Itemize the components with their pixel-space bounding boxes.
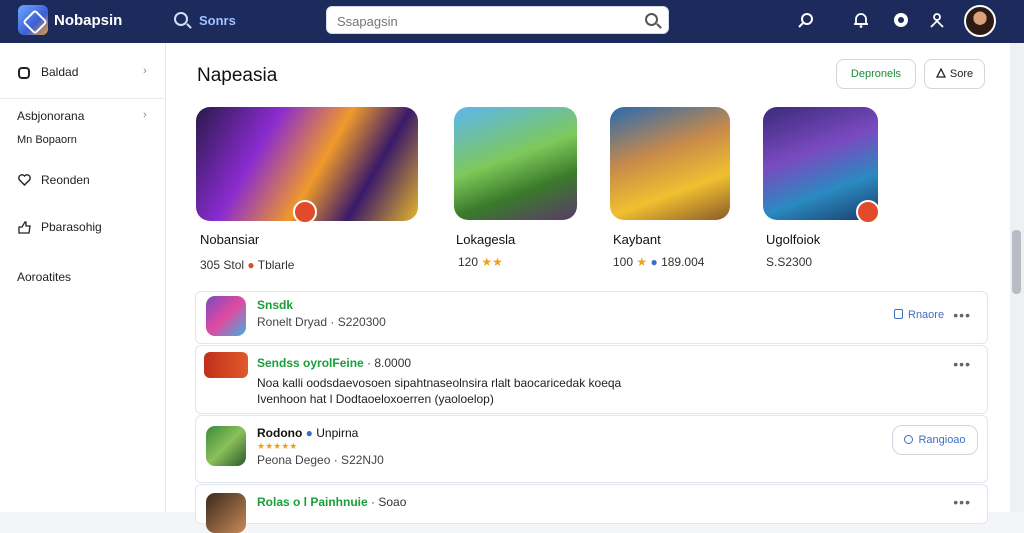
sidebar-item-label: Reonden	[41, 173, 90, 187]
game-name: Ugolfoiok	[766, 232, 821, 247]
more-icon[interactable]: •••	[953, 494, 971, 510]
circle-icon	[18, 67, 30, 79]
badge-icon	[293, 200, 317, 224]
list-item-sub: Ronelt Dryad · S220300	[257, 315, 386, 329]
list-item-title-text: Sendss oyrolFeine	[257, 356, 364, 370]
list-item-meta: Unpirna	[316, 426, 359, 440]
game-meta-value: 120	[458, 255, 479, 269]
user-avatar[interactable]	[964, 5, 996, 37]
game-meta: 120 ★★	[458, 255, 503, 269]
game-art[interactable]	[610, 107, 730, 220]
list-item-title: Snsdk	[257, 298, 294, 312]
list-item-title: Rodono ● Unpirna	[257, 426, 358, 440]
game-meta: 305 Stol ● Tblarle	[200, 258, 294, 272]
search-submit-icon[interactable]	[645, 13, 658, 26]
bell-icon[interactable]	[852, 11, 870, 29]
list-item[interactable]: Sendss oyrolFeine · 8.0000 Noa kalli ood…	[195, 345, 988, 414]
list-item-title: Sendss oyrolFeine · 8.0000	[257, 356, 411, 370]
search-icon[interactable]	[174, 12, 188, 26]
scrollbar-thumb[interactable]	[1012, 230, 1021, 294]
chevron-right-icon: ›	[143, 109, 147, 121]
game-meta: S.S2300	[766, 255, 813, 269]
row-action-button[interactable]: Rangioao	[892, 425, 978, 455]
badge-icon	[856, 200, 880, 224]
chat-icon[interactable]	[892, 11, 910, 29]
nav-link-sonrs[interactable]: Sonrs	[199, 13, 236, 28]
list-item[interactable]: Rodono ● Unpirna ★★★★★ Peona Degeo · S22…	[195, 415, 988, 483]
game-thumb	[204, 352, 248, 378]
list-item-title: Rolas o l Painhnuie · Soao	[257, 495, 406, 509]
game-meta-value: Tblarle	[257, 258, 295, 272]
heart-icon	[18, 174, 31, 186]
list-item[interactable]: Snsdk Ronelt Dryad · S220300 Rnaore •••	[195, 291, 988, 344]
primary-button[interactable]: Depronels	[836, 59, 916, 89]
main-content: Napeasia Depronels Sore Nobansiar 305 St…	[166, 43, 1010, 533]
page-title: Napeasia	[197, 65, 278, 86]
thumb-icon	[18, 221, 31, 234]
sidebar-item-label: Baldad	[41, 65, 79, 79]
secondary-button-label: Sore	[949, 68, 974, 80]
star-icon: ★	[636, 255, 648, 269]
list-item-sub: Peona Degeo · S22NJ0	[257, 453, 384, 467]
list-item-body: Noa kalli oodsdaevosoen sipahtnaseolnsir…	[257, 376, 622, 390]
list-item-meta: · 8.0000	[367, 356, 412, 370]
game-name: Lokagesla	[456, 232, 516, 247]
rating-stars: ★★★★★	[257, 441, 298, 451]
search-box[interactable]	[326, 6, 669, 34]
list-item-meta: · Soao	[371, 495, 407, 509]
search-input[interactable]	[337, 11, 637, 31]
game-name: Nobansiar	[200, 232, 260, 247]
star-icon: ★	[492, 255, 503, 269]
row-action-button[interactable]: Rnaore	[894, 309, 944, 321]
more-icon[interactable]: •••	[953, 356, 971, 372]
game-meta-value: 100	[613, 255, 634, 269]
row-action-label: Rnaore	[908, 309, 945, 321]
game-meta-value: 305 Stol	[200, 258, 245, 272]
sidebar-item-label: Mn Bopaorn	[17, 134, 77, 146]
game-thumb	[206, 296, 246, 336]
game-name: Kaybant	[613, 232, 661, 247]
top-bar: Nobapsin Sonrs	[0, 0, 1024, 43]
game-art[interactable]	[454, 107, 577, 220]
triangle-icon	[935, 61, 946, 78]
brand-name: Nobapsin	[54, 12, 123, 29]
verified-icon: ●	[305, 426, 313, 440]
sidebar-item-label: Asbjonorana	[17, 109, 85, 123]
doc-icon	[894, 309, 903, 319]
list-item[interactable]: Rolas o l Painhnuie · Soao •••	[195, 484, 988, 533]
sidebar: Baldad › Asbjonorana › Mn Bopaorn Reonde…	[0, 43, 166, 512]
person-icon[interactable]	[928, 11, 946, 29]
dice-icon[interactable]	[797, 11, 815, 29]
row-action-label: Rangioao	[918, 434, 966, 446]
list-item-body: Ivenhoon hat l Dodtaoeloxoerren (yaoloel…	[257, 392, 494, 406]
heart-badge-icon: ●	[247, 258, 255, 272]
star-icon: ★	[481, 255, 493, 269]
app-logo[interactable]	[18, 5, 48, 35]
game-thumb	[206, 493, 246, 533]
game-meta-value: 189.004	[661, 255, 705, 269]
verified-icon: ●	[650, 255, 658, 269]
chevron-right-icon: ›	[143, 65, 147, 77]
sidebar-item-label: Aoroatites	[17, 270, 72, 284]
circle-icon	[904, 435, 914, 444]
sidebar-divider	[0, 98, 166, 99]
list-item-title-text: Rolas o l Painhnuie	[257, 495, 368, 509]
sidebar-item-label: Pbarasohig	[41, 220, 102, 234]
list-item-title-text: Rodono	[257, 426, 303, 440]
game-meta: 100 ★ ● 189.004	[613, 255, 704, 269]
game-thumb	[206, 426, 246, 466]
secondary-button[interactable]: Sore	[924, 59, 985, 89]
more-icon[interactable]: •••	[953, 307, 971, 323]
